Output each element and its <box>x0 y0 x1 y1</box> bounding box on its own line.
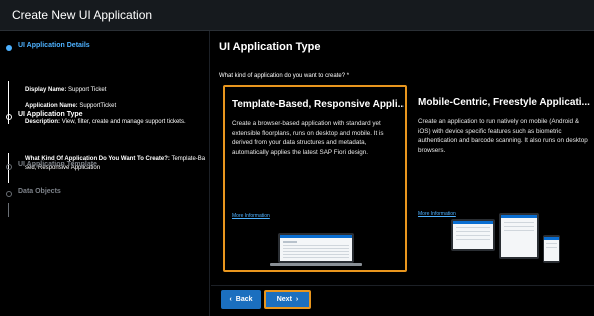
card-title: Mobile-Centric, Freestyle Applicati... <box>418 97 590 108</box>
back-button[interactable]: ‹ Back <box>221 290 261 309</box>
next-button[interactable]: Next › <box>264 290 311 309</box>
more-information-link[interactable]: More Information <box>232 213 270 219</box>
step-active-indicator-icon <box>6 45 12 51</box>
card-description: Create a browser-based application with … <box>232 120 384 156</box>
step-title: UI Application Template <box>18 161 97 168</box>
main-content: UI Application Type What kind of applica… <box>211 31 594 285</box>
step-pending-indicator-icon <box>6 164 12 170</box>
page-title: UI Application Type <box>219 41 321 53</box>
card-template-based-app[interactable]: Template-Based, Responsive Appli... Crea… <box>223 85 407 272</box>
step-detail-display-name: Display Name: Support Ticket <box>25 87 107 93</box>
wizard-steps-panel: UI Application Details Display Name: Sup… <box>0 31 210 316</box>
question-label: What kind of application do you want to … <box>219 73 350 79</box>
card-description: Create an application to run natively on… <box>418 118 588 154</box>
step-detail-application-name: Application Name: SupportTicket <box>25 103 117 109</box>
step-pending-indicator-icon <box>6 191 12 197</box>
chevron-right-icon: › <box>295 296 299 303</box>
step-detail-description: Description: View, filter, create and ma… <box>25 119 186 125</box>
chevron-left-icon: ‹ <box>229 296 232 303</box>
wizard-footer: ‹ Back Next › <box>211 285 594 316</box>
laptop-preview-image <box>270 233 362 266</box>
step-title: Data Objects <box>18 188 61 195</box>
step-title: UI Application Type <box>18 111 83 118</box>
card-title: Template-Based, Responsive Appli... <box>232 99 404 110</box>
step-completed-indicator-icon <box>6 114 12 120</box>
mobile-devices-preview-image <box>451 213 560 263</box>
window-title: Create New UI Application <box>12 8 153 22</box>
window-title-bar: Create New UI Application <box>0 0 594 31</box>
card-mobile-centric-app[interactable]: Mobile-Centric, Freestyle Applicati... C… <box>411 85 594 272</box>
step-connector-line <box>8 203 9 217</box>
step-title: UI Application Details <box>18 42 90 49</box>
